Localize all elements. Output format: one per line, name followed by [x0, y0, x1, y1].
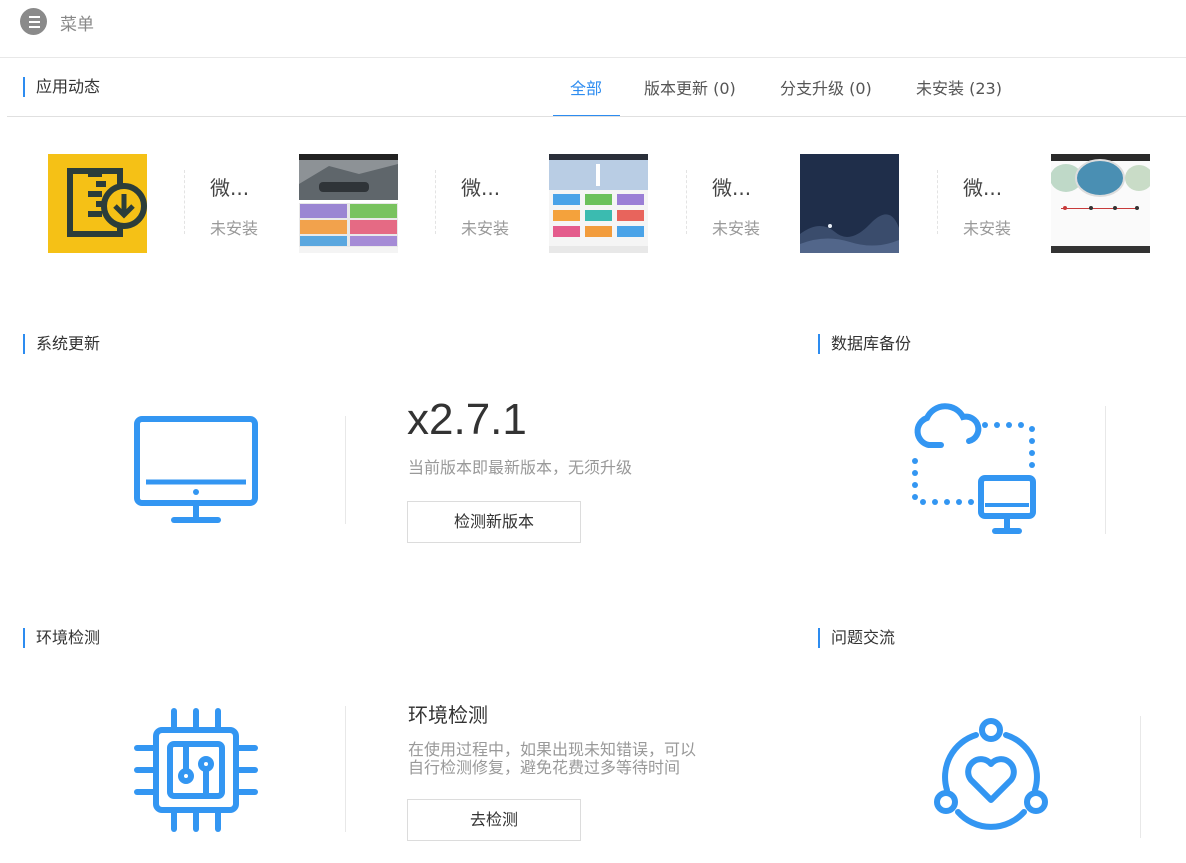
zip-download-icon	[67, 168, 147, 237]
app-status-1: 未安装	[210, 219, 259, 238]
app-status-4: 未安装	[963, 219, 1012, 238]
menu-list-icon[interactable]	[20, 8, 47, 35]
tab-branch-upgrade[interactable]: 分支升级 (0)	[780, 75, 872, 99]
menu-label[interactable]: 菜单	[60, 10, 94, 35]
app-name-4[interactable]: 微...	[963, 172, 1002, 201]
monitor-icon	[134, 416, 258, 523]
version-number: x2.7.1	[407, 395, 527, 444]
app-feed-title: 应用动态	[23, 76, 100, 98]
check-new-version-button[interactable]: 检测新版本	[407, 501, 581, 543]
tabs-divider	[7, 116, 1186, 117]
app-divider	[184, 170, 185, 234]
feedback-title: 问题交流	[818, 627, 895, 649]
env-check-title: 环境检测	[23, 627, 100, 649]
version-status-text: 当前版本即最新版本，无须升级	[408, 458, 633, 477]
app-name-3[interactable]: 微...	[712, 172, 751, 201]
app-screenshot-image	[549, 154, 648, 253]
app-tile-5[interactable]	[1051, 154, 1150, 253]
env-check-heading: 环境检测	[408, 703, 488, 727]
top-bar: 菜单	[0, 0, 1186, 58]
app-tile-4[interactable]	[800, 154, 899, 253]
tab-not-installed[interactable]: 未安装 (23)	[916, 75, 1002, 99]
app-screenshot-image	[1051, 154, 1150, 253]
app-status-3: 未安装	[712, 219, 761, 238]
go-check-button[interactable]: 去检测	[407, 799, 581, 841]
db-backup-title: 数据库备份	[818, 333, 911, 355]
app-tile-1[interactable]	[48, 154, 147, 253]
divider	[345, 416, 346, 524]
chip-icon	[134, 708, 258, 832]
divider	[345, 706, 346, 832]
app-divider	[435, 170, 436, 234]
env-check-description-line1: 在使用过程中，如果出现未知错误，可以	[408, 740, 697, 759]
cloud-backup-icon	[912, 403, 1036, 534]
app-screenshot-image	[299, 154, 398, 253]
heart-community-icon	[934, 718, 1048, 830]
app-name-2[interactable]: 微...	[461, 172, 500, 201]
app-status-2: 未安装	[461, 219, 510, 238]
app-name-1[interactable]: 微...	[210, 172, 249, 201]
app-tile-3[interactable]	[549, 154, 648, 253]
divider	[1105, 406, 1106, 534]
divider	[1140, 716, 1141, 838]
env-check-description-line2: 自行检测修复，避免花费过多等待时间	[408, 758, 681, 777]
app-divider	[937, 170, 938, 234]
system-update-title: 系统更新	[23, 333, 100, 355]
tab-version-update[interactable]: 版本更新 (0)	[644, 75, 736, 99]
app-divider	[686, 170, 687, 234]
tab-all[interactable]: 全部	[570, 75, 602, 99]
app-cover-image	[800, 154, 899, 253]
app-tile-2[interactable]	[299, 154, 398, 253]
